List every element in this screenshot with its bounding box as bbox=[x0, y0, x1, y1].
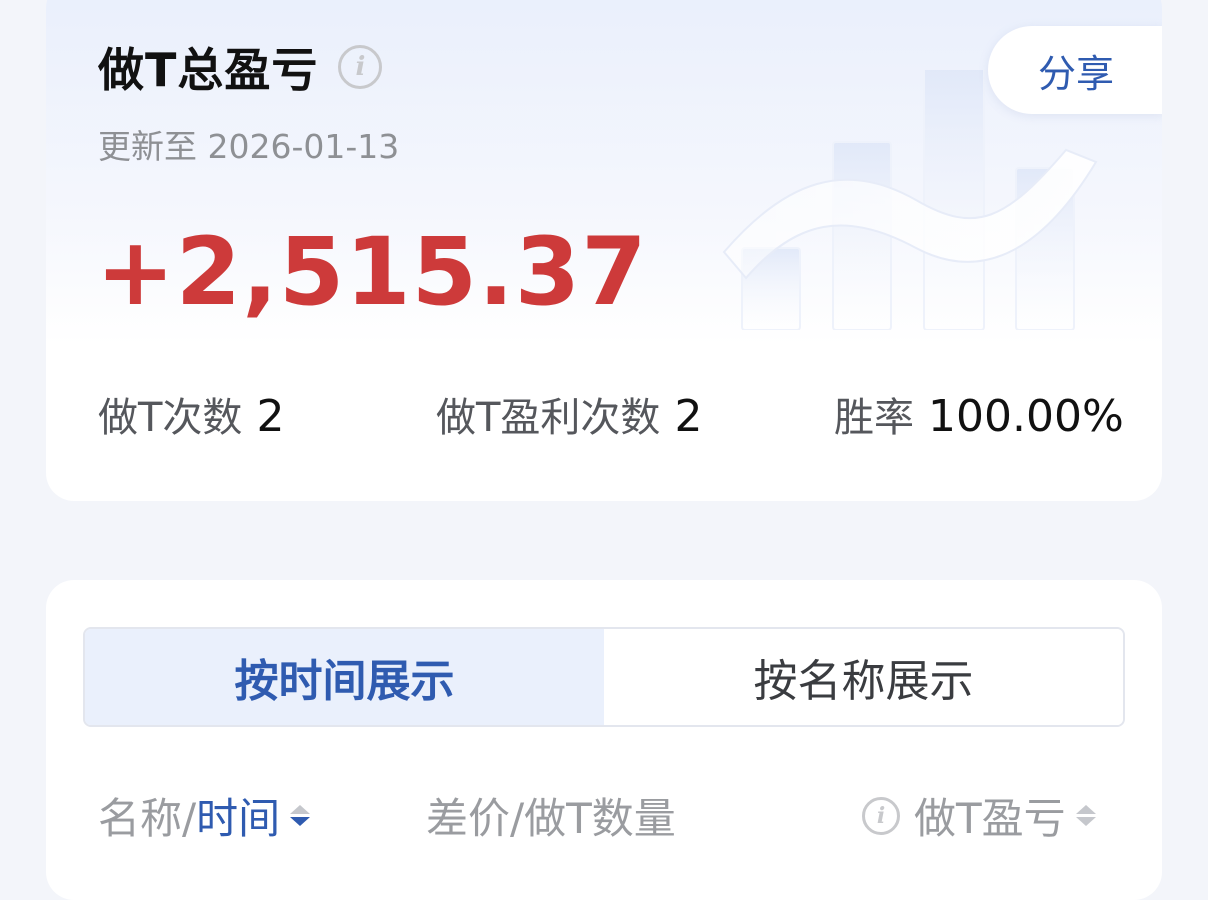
total-pnl-value: +2,515.37 bbox=[96, 218, 648, 327]
view-toggle: 按时间展示 按名称展示 bbox=[83, 627, 1125, 727]
updated-date: 更新至 2026-01-13 bbox=[98, 127, 400, 166]
tab-by-name[interactable]: 按名称展示 bbox=[604, 629, 1123, 725]
stat-trade-count: 做T次数 2 bbox=[98, 385, 284, 443]
stat-label: 做T次数 bbox=[98, 395, 243, 441]
column-price-qty: 差价/做T数量 bbox=[426, 785, 676, 846]
sort-by-pnl[interactable]: i 做T盈亏 bbox=[862, 785, 1096, 846]
page-title: 做T总盈亏 bbox=[98, 43, 319, 97]
share-button[interactable]: 分享 bbox=[988, 26, 1162, 114]
stat-value: 100.00% bbox=[928, 391, 1124, 442]
tab-by-time[interactable]: 按时间展示 bbox=[85, 629, 604, 725]
stat-profit-count: 做T盈利次数 2 bbox=[436, 385, 702, 443]
info-icon[interactable]: i bbox=[862, 796, 900, 835]
pnl-summary-card: 做T总盈亏 i 分享 更新至 2026-01-13 +2,515.37 做T次数… bbox=[46, 0, 1162, 501]
stat-win-rate: 胜率 100.00% bbox=[834, 385, 1124, 443]
stat-label: 胜率 bbox=[834, 395, 914, 441]
stat-value: 2 bbox=[256, 391, 285, 442]
column-time-label: 时间 bbox=[196, 794, 281, 843]
sort-by-name-time[interactable]: 名称/ 时间 bbox=[98, 785, 311, 846]
title-row: 做T总盈亏 i bbox=[98, 34, 383, 100]
stat-value: 2 bbox=[674, 391, 703, 442]
column-pnl-label: 做T盈亏 bbox=[914, 794, 1066, 843]
info-icon[interactable]: i bbox=[338, 45, 383, 89]
sort-icon bbox=[290, 805, 311, 826]
records-card: 按时间展示 按名称展示 名称/ 时间 差价/做T数量 i 做T盈亏 bbox=[46, 580, 1162, 900]
table-header: 名称/ 时间 差价/做T数量 i 做T盈亏 bbox=[98, 785, 1113, 845]
stat-label: 做T盈利次数 bbox=[436, 395, 661, 441]
column-name-label: 名称/ bbox=[98, 794, 197, 843]
sort-icon bbox=[1075, 805, 1096, 826]
stats-row: 做T次数 2 做T盈利次数 2 胜率 100.00% bbox=[98, 385, 1124, 445]
column-price-qty-label: 差价/做T数量 bbox=[426, 794, 676, 843]
